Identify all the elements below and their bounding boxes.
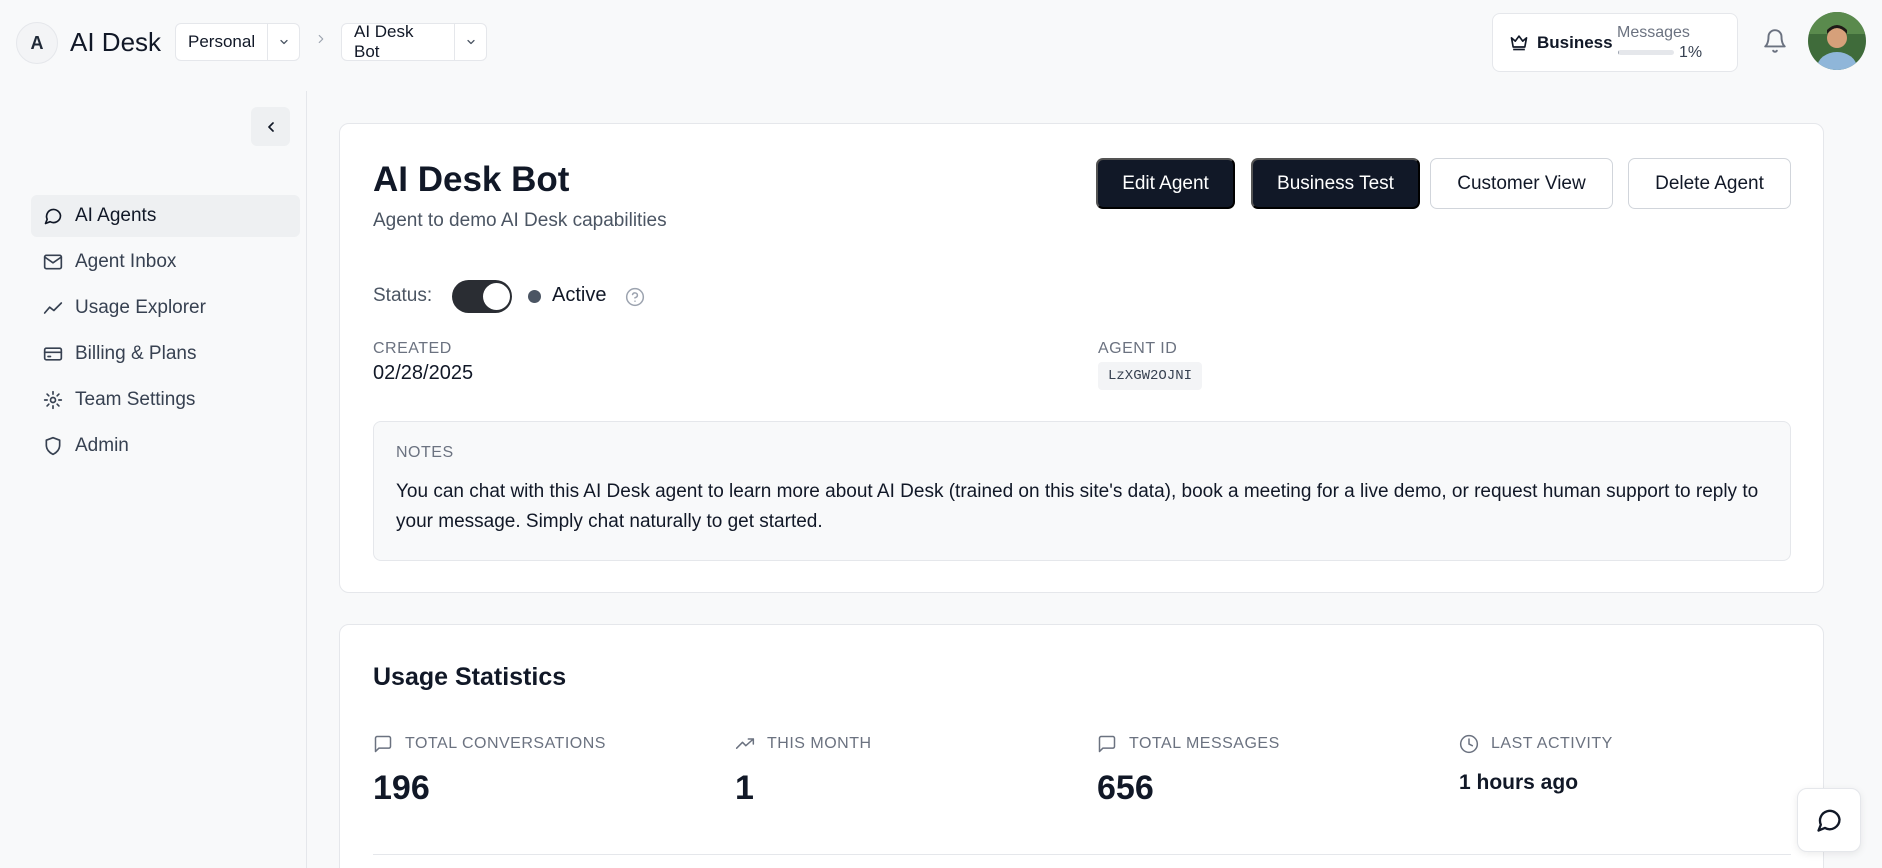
delete-agent-button[interactable]: Delete Agent: [1628, 158, 1791, 209]
sidebar-item-label: Agent Inbox: [75, 251, 177, 272]
stat-label: THIS MONTH: [767, 735, 872, 752]
help-icon[interactable]: [625, 287, 645, 312]
stat-value: 1 hours ago: [1459, 771, 1579, 794]
sidebar-item-label: Admin: [75, 435, 129, 456]
top-header: A AI Desk Personal AI Desk Bot Business …: [0, 0, 1882, 84]
agent-details-card: AI Desk Bot Agent to demo AI Desk capabi…: [339, 123, 1824, 593]
stat-label: TOTAL CONVERSATIONS: [405, 735, 606, 752]
business-test-button[interactable]: Business Test: [1251, 158, 1420, 209]
page-title: AI Desk Bot: [373, 160, 570, 199]
message-square-icon: [1097, 733, 1119, 755]
plan-name: Business: [1537, 33, 1613, 52]
stat-last-activity: LAST ACTIVITY 1 hours ago: [1459, 733, 1799, 795]
created-value: 02/28/2025: [373, 362, 474, 384]
sidebar-item-team-settings[interactable]: Team Settings: [31, 379, 300, 421]
chevron-right-icon: [314, 32, 328, 51]
sidebar-item-admin[interactable]: Admin: [31, 425, 300, 467]
stat-total-messages: TOTAL MESSAGES 656: [1097, 733, 1437, 808]
stat-value: 656: [1097, 769, 1154, 807]
sidebar-item-billing[interactable]: Billing & Plans: [31, 333, 300, 375]
agent-id-value[interactable]: LzXGW2OJNI: [1098, 362, 1203, 390]
status-dot: [528, 290, 541, 303]
chevron-left-icon: [267, 121, 274, 132]
user-avatar[interactable]: [1808, 12, 1866, 70]
agent-dropdown-label: AI Desk Bot: [354, 22, 414, 61]
app-name[interactable]: AI Desk: [70, 27, 161, 58]
stat-label: TOTAL MESSAGES: [1129, 735, 1280, 752]
chat-bubble-icon: [1817, 809, 1841, 832]
notes-box: NOTES You can chat with this AI Desk age…: [373, 421, 1791, 561]
mail-icon: [42, 251, 64, 273]
messages-percent: 1%: [1679, 44, 1703, 61]
stat-total-conversations: TOTAL CONVERSATIONS 196: [373, 733, 713, 808]
customer-view-button[interactable]: Customer View: [1430, 158, 1613, 209]
credit-card-icon: [42, 343, 64, 365]
sidebar-item-agent-inbox[interactable]: Agent Inbox: [31, 241, 300, 283]
divider: [373, 854, 1791, 855]
sidebar-item-usage-explorer[interactable]: Usage Explorer: [31, 287, 300, 329]
status-toggle[interactable]: [452, 280, 512, 313]
clock-icon: [1459, 733, 1481, 755]
agent-description: Agent to demo AI Desk capabilities: [373, 210, 667, 231]
chevron-down-icon[interactable]: [454, 24, 486, 60]
sidebar: AI Agents Agent Inbox Usage Explorer Bil…: [0, 91, 307, 868]
sidebar-item-label: Billing & Plans: [75, 343, 197, 364]
stat-this-month: THIS MONTH 1: [735, 733, 1075, 808]
gear-icon: [42, 389, 64, 411]
workspace-dropdown-label: Personal: [188, 32, 256, 51]
chat-bubble-icon: [42, 205, 64, 227]
status-label: Status:: [373, 285, 433, 306]
usage-statistics-card: Usage Statistics TOTAL CONVERSATIONS 196…: [339, 624, 1824, 868]
notes-text: You can chat with this AI Desk agent to …: [396, 481, 1759, 532]
sidebar-item-label: Usage Explorer: [75, 297, 206, 318]
message-square-icon: [373, 733, 395, 755]
shield-icon: [42, 435, 64, 457]
status-value: Active: [552, 284, 607, 306]
stat-value: 1: [735, 769, 754, 807]
messages-progress-bar: [1618, 50, 1674, 55]
agent-dropdown[interactable]: AI Desk Bot: [341, 22, 487, 61]
chevron-down-icon[interactable]: [267, 24, 299, 60]
toggle-knob: [483, 283, 510, 310]
trending-up-icon: [735, 733, 757, 755]
notes-label: NOTES: [396, 444, 454, 461]
created-label: CREATED: [373, 340, 452, 357]
sidebar-item-label: AI Agents: [75, 205, 157, 226]
sidebar-item-label: Team Settings: [75, 389, 196, 410]
usage-title: Usage Statistics: [373, 663, 567, 691]
messages-progress-fill: [1618, 50, 1620, 55]
app-logo[interactable]: A: [16, 22, 58, 64]
collapse-sidebar-button[interactable]: [251, 107, 290, 146]
agent-id-label: AGENT ID: [1098, 340, 1178, 357]
trend-icon: [42, 297, 64, 319]
stat-value: 196: [373, 769, 430, 807]
plan-usage-box[interactable]: Business Messages 1%: [1492, 13, 1738, 72]
messages-label: Messages: [1617, 24, 1690, 41]
sidebar-item-ai-agents[interactable]: AI Agents: [31, 195, 300, 237]
sidebar-nav: AI Agents Agent Inbox Usage Explorer Bil…: [31, 195, 300, 471]
edit-agent-button[interactable]: Edit Agent: [1096, 158, 1235, 209]
chat-widget-button[interactable]: [1797, 788, 1861, 852]
crown-icon: [1509, 32, 1529, 57]
workspace-dropdown[interactable]: Personal: [175, 23, 300, 61]
stat-label: LAST ACTIVITY: [1491, 735, 1613, 752]
bell-icon[interactable]: [1762, 28, 1788, 59]
